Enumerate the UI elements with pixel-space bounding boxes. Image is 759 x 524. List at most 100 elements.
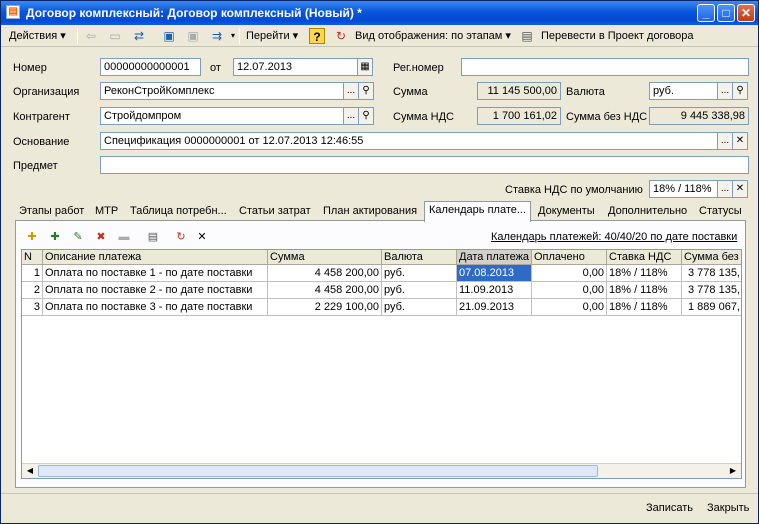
view-mode-menu[interactable]: Вид отображения: по этапам ▾: [355, 28, 511, 44]
convert-icon: ▤: [521, 29, 533, 43]
payment-vat-rate: 18% / 118%: [607, 282, 682, 299]
structure-icon[interactable]: ⇉: [209, 28, 225, 44]
select-counterparty-button[interactable]: ...: [343, 107, 359, 125]
column-header-currency[interactable]: Валюта: [382, 250, 457, 265]
search-icon[interactable]: ⚲: [732, 82, 748, 100]
date-field[interactable]: 12.07.2013: [233, 58, 358, 76]
recalculate-icon[interactable]: ↻: [173, 229, 189, 245]
payment-vat-rate: 18% / 118%: [607, 299, 682, 316]
regnum-field[interactable]: [461, 58, 749, 76]
maximize-button[interactable]: □: [717, 4, 735, 22]
payment-paid: 0,00: [532, 299, 607, 316]
select-basis-button[interactable]: ...: [717, 132, 733, 150]
payment-date-cell[interactable]: 07.08.2013: [457, 265, 532, 282]
tab-acts-plan[interactable]: План актирования: [319, 203, 422, 221]
tab-cost-items[interactable]: Статьи затрат: [235, 203, 315, 221]
goto-menu[interactable]: Перейти ▾: [246, 28, 298, 44]
tab-mtr[interactable]: МТР: [91, 203, 123, 221]
number-label: Номер: [13, 62, 47, 74]
scroll-left-icon[interactable]: ◀: [23, 465, 37, 477]
search-icon[interactable]: ⚲: [358, 107, 374, 125]
basis-field[interactable]: Спецификация 0000000001 от 12.07.2013 12…: [100, 132, 718, 150]
form-icon[interactable]: ▭: [107, 28, 123, 44]
basis-label: Основание: [13, 136, 70, 148]
tab-payment-calendar[interactable]: Календарь плате...: [424, 201, 532, 222]
payment-date-cell: 11.09.2013: [457, 282, 532, 299]
close-form-button[interactable]: Закрыть: [707, 502, 749, 514]
payment-sum: 4 458 200,00: [268, 265, 382, 282]
column-header-vat-rate[interactable]: Ставка НДС: [607, 250, 682, 265]
search-icon[interactable]: ⚲: [358, 82, 374, 100]
payment-paid: 0,00: [532, 265, 607, 282]
column-header-description[interactable]: Описание платежа: [43, 250, 268, 265]
payments-table: N Описание платежа Сумма Валюта Дата пла…: [21, 249, 742, 479]
delete-row-icon[interactable]: ✖: [93, 229, 109, 245]
toolbar: Действия ▾ ⇦ ▭ ⇄ ▣ ▣ ⇉ ▾ Перейти ▾ ? ↻ В…: [1, 25, 758, 47]
title-bar: ▤ Договор комплексный: Договор комплексн…: [1, 1, 758, 25]
currency-label: Валюта: [566, 86, 605, 98]
window-title: Договор комплексный: Договор комплексный…: [26, 6, 362, 20]
row-number: 1: [22, 265, 43, 282]
refresh-icon[interactable]: ⇄: [131, 28, 147, 44]
unpost-icon[interactable]: ▣: [185, 28, 201, 44]
payment-description: Оплата по поставке 3 - по дате поставки: [43, 299, 268, 316]
vat-sum-label: Сумма НДС: [393, 111, 454, 123]
counterparty-field[interactable]: Стройдомпром: [100, 107, 344, 125]
column-header-sum[interactable]: Сумма: [268, 250, 382, 265]
organization-field[interactable]: РеконСтройКомплекс: [100, 82, 344, 100]
post-icon[interactable]: ▣: [161, 28, 177, 44]
column-header-n[interactable]: N: [22, 250, 43, 265]
payment-description: Оплата по поставке 2 - по дате поставки: [43, 282, 268, 299]
copy-row-icon[interactable]: ✚: [47, 229, 63, 245]
move-row-icon[interactable]: ▬: [116, 229, 132, 245]
payment-calendar-panel: ✚ ✚ ✎ ✖ ▬ ▤ ↻ ✕ Календарь платежей: 40/4…: [15, 220, 746, 488]
payment-sum-without-vat: 3 778 135,: [682, 265, 741, 282]
calendar-icon[interactable]: ▦: [357, 58, 373, 76]
select-vat-button[interactable]: ...: [717, 180, 733, 198]
column-header-payment-date[interactable]: Дата платежа: [457, 250, 532, 265]
number-field[interactable]: 00000000000001: [100, 58, 201, 76]
toolbar-separator: [239, 28, 240, 44]
toolbar-separator: [77, 28, 78, 44]
tab-additional[interactable]: Дополнительно: [604, 203, 692, 221]
contract-window: ▤ Договор комплексный: Договор комплексн…: [0, 0, 759, 524]
fill-icon[interactable]: ▤: [145, 229, 161, 245]
payment-currency: руб.: [382, 299, 457, 316]
document-icon: ▤: [6, 5, 20, 19]
back-icon[interactable]: ⇦: [83, 28, 99, 44]
scrollbar-thumb[interactable]: [38, 465, 598, 477]
close-icon[interactable]: ✕: [194, 229, 210, 245]
payment-vat-rate: 18% / 118%: [607, 265, 682, 282]
minimize-button[interactable]: _: [697, 4, 715, 22]
sum-field: 11 145 500,00: [477, 82, 561, 100]
tab-statuses[interactable]: Статусы: [695, 203, 746, 221]
clear-icon[interactable]: ✕: [732, 132, 748, 150]
edit-row-icon[interactable]: ✎: [70, 229, 86, 245]
payment-paid: 0,00: [532, 282, 607, 299]
actions-menu[interactable]: Действия ▾: [9, 28, 66, 44]
payment-calendar-link[interactable]: Календарь платежей: 40/40/20 по дате пос…: [491, 231, 737, 243]
column-header-paid[interactable]: Оплачено: [532, 250, 607, 265]
convert-button[interactable]: Перевести в Проект договора: [541, 28, 694, 44]
close-button[interactable]: ✕: [737, 4, 755, 22]
tab-work-stages[interactable]: Этапы работ: [15, 203, 89, 221]
tab-documents[interactable]: Документы: [534, 203, 599, 221]
horizontal-scrollbar[interactable]: ◀ ▶: [22, 463, 741, 478]
currency-field[interactable]: руб.: [649, 82, 718, 100]
clear-icon[interactable]: ✕: [732, 180, 748, 198]
default-vat-field[interactable]: 18% / 118%: [649, 180, 718, 198]
add-row-icon[interactable]: ✚: [24, 229, 40, 245]
select-organization-button[interactable]: ...: [343, 82, 359, 100]
select-currency-button[interactable]: ...: [717, 82, 733, 100]
tab-requirements[interactable]: Таблица потребн...: [126, 203, 231, 221]
regnum-label: Рег.номер: [393, 62, 444, 74]
scroll-right-icon[interactable]: ▶: [726, 465, 740, 477]
payment-currency: руб.: [382, 282, 457, 299]
sum-without-vat-label: Сумма без НДС: [566, 111, 648, 123]
save-button[interactable]: Записать: [646, 502, 693, 514]
help-icon[interactable]: ?: [309, 28, 325, 44]
from-label: от: [210, 62, 221, 74]
organization-label: Организация: [13, 86, 80, 98]
column-header-sum-without-vat[interactable]: Сумма без ...: [682, 250, 741, 265]
subject-field[interactable]: [100, 156, 749, 174]
